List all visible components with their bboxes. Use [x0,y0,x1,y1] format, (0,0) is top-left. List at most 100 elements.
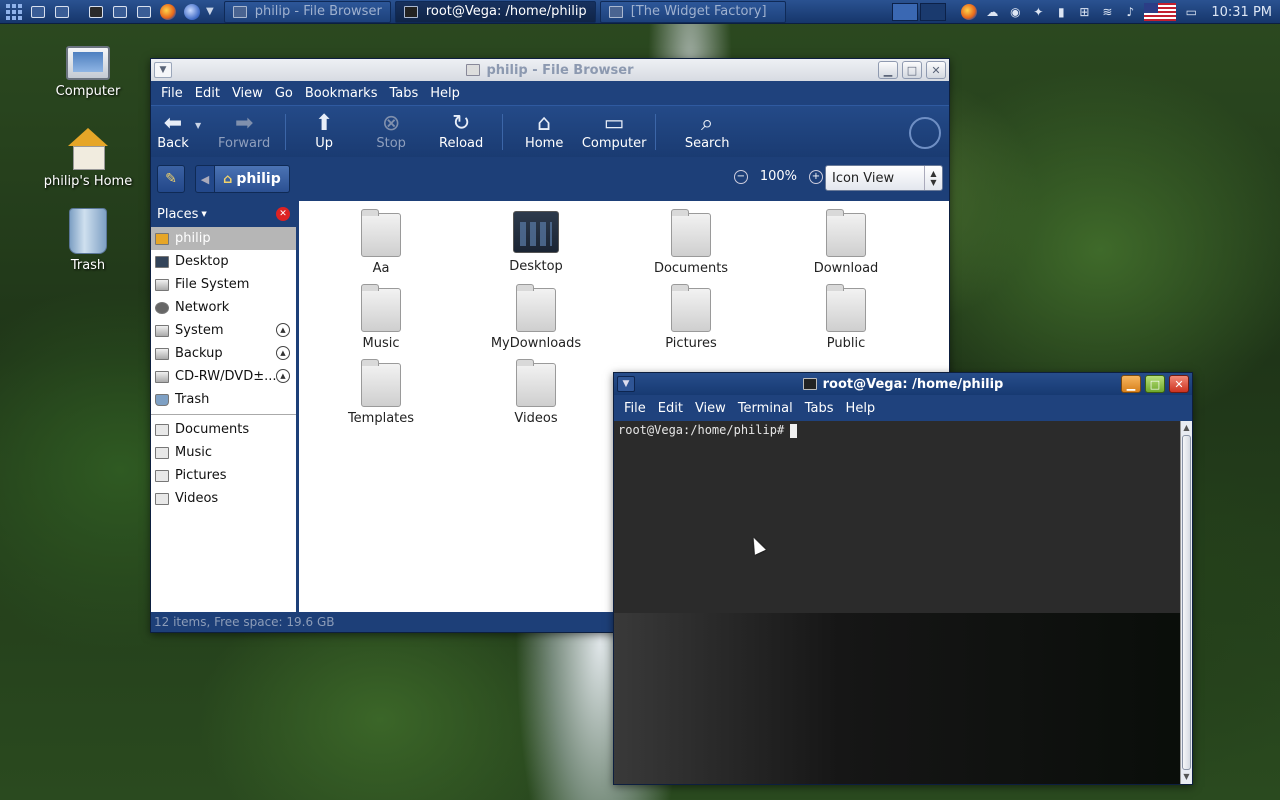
launcher-dropdown-icon[interactable]: ▼ [206,6,214,17]
place-cd-rw-dvd[interactable]: CD-RW/DVD±... ▲ [151,365,296,388]
taskbar-widget-factory[interactable]: [The Widget Factory] [599,0,786,23]
signal-tray-icon[interactable]: ▮ [1052,3,1070,21]
back-history-dropdown-icon[interactable]: ▼ [195,121,201,130]
places-dropdown-icon[interactable]: ▼ [201,210,206,218]
file-item[interactable]: Aa [326,209,436,276]
window-menu-icon[interactable]: ▼ [154,62,172,78]
scroll-up-arrow-icon[interactable]: ▲ [1181,421,1192,435]
forward-button[interactable]: ➡ Forward [209,112,279,152]
minimize-button[interactable]: ▁ [1121,375,1141,393]
breadcrumb-philip[interactable]: ⌂ philip [215,165,290,193]
maximize-button[interactable]: □ [1145,375,1165,393]
menu-terminal[interactable]: Terminal [732,401,799,416]
settings-launcher-icon[interactable] [134,3,154,21]
menu-tabs[interactable]: Tabs [383,86,424,101]
close-sidebar-icon[interactable]: ✕ [276,207,290,221]
keyboard-layout-flag-icon[interactable] [1144,3,1177,21]
clock[interactable]: 10:31 PM [1211,5,1272,20]
terminal-screen[interactable]: root@Vega:/home/philip# [614,421,1180,784]
file-item[interactable]: Music [326,284,436,351]
applications-menu-icon[interactable] [4,3,24,21]
menu-file[interactable]: File [155,86,189,101]
menu-help[interactable]: Help [424,86,466,101]
desktop-icon-trash[interactable]: Trash [38,208,138,273]
eject-icon[interactable]: ▲ [276,369,290,383]
close-button[interactable]: ✕ [1169,375,1189,393]
menu-view[interactable]: View [689,401,732,416]
terminal-titlebar[interactable]: ▼ root@Vega: /home/philip ▁ □ ✕ [614,373,1192,395]
file-item[interactable]: Download [791,209,901,276]
toggle-location-entry-button[interactable]: ✎ [157,165,185,193]
place-desktop[interactable]: Desktop [151,250,296,273]
maximize-button[interactable]: □ [902,61,922,79]
window-menu-icon[interactable]: ▼ [617,376,635,392]
file-manager-launcher-icon[interactable] [110,3,130,21]
battery-tray-icon[interactable]: ▭ [1182,3,1200,21]
eject-icon[interactable]: ▲ [276,323,290,337]
reload-button[interactable]: ↻ Reload [426,112,496,152]
place-system[interactable]: System ▲ [151,319,296,342]
bookmark-documents[interactable]: Documents [151,418,296,441]
menu-go[interactable]: Go [269,86,299,101]
bookmark-pictures[interactable]: Pictures [151,464,296,487]
terminal-launcher-icon[interactable] [86,3,106,21]
file-browser-titlebar[interactable]: ▼ philip - File Browser ▁ □ ✕ [151,59,949,81]
bookmark-music[interactable]: Music [151,441,296,464]
thunderbird-launcher-icon[interactable] [182,3,202,21]
system-menu-icon[interactable] [52,3,72,21]
menu-tabs[interactable]: Tabs [799,401,840,416]
workspace-1[interactable] [892,3,919,21]
file-item[interactable]: MyDownloads [481,284,591,351]
menu-bookmarks[interactable]: Bookmarks [299,86,384,101]
file-item[interactable]: Videos [481,359,591,426]
bookmark-videos[interactable]: Videos [151,487,296,510]
menu-edit[interactable]: Edit [189,86,226,101]
back-button[interactable]: ⬅ Back [155,112,191,152]
places-menu-icon[interactable] [28,3,48,21]
bluetooth-tray-icon[interactable]: ✦ [1029,3,1047,21]
zoom-out-icon[interactable]: − [733,169,748,184]
wifi-tray-icon[interactable]: ≋ [1098,3,1116,21]
scrollbar-thumb[interactable] [1182,435,1191,770]
desktop-icon-computer[interactable]: Computer [38,46,138,99]
taskbar-terminal[interactable]: root@Vega: /home/philip [394,0,596,23]
close-button[interactable]: ✕ [926,61,946,79]
place-trash[interactable]: Trash [151,388,296,411]
computer-button[interactable]: ▭ Computer [579,112,649,152]
places-header[interactable]: Places ▼ ✕ [151,201,296,227]
file-item[interactable]: Public [791,284,901,351]
menu-edit[interactable]: Edit [652,401,689,416]
stop-button[interactable]: ⊗ Stop [356,112,426,152]
place-backup[interactable]: Backup ▲ [151,342,296,365]
desktop-icon-home[interactable]: philip's Home [38,128,138,189]
path-scroll-left-button[interactable]: ◀ [195,165,215,193]
firefox-launcher-icon[interactable] [158,3,178,21]
scroll-down-arrow-icon[interactable]: ▼ [1181,770,1192,784]
file-item[interactable]: Documents [636,209,746,276]
zoom-level[interactable]: 100% [760,169,797,184]
minimize-button[interactable]: ▁ [878,61,898,79]
menu-view[interactable]: View [226,86,269,101]
pidgin-tray-icon[interactable]: ☁ [983,3,1001,21]
file-item[interactable]: Pictures [636,284,746,351]
network-tray-icon[interactable]: ⊞ [1075,3,1093,21]
home-button[interactable]: ⌂ Home [509,112,579,152]
menu-file[interactable]: File [618,401,652,416]
menu-help[interactable]: Help [840,401,882,416]
place-philip[interactable]: philip [151,227,296,250]
firefox-tray-icon[interactable] [960,3,978,21]
place-network[interactable]: Network [151,296,296,319]
update-tray-icon[interactable]: ◉ [1006,3,1024,21]
zoom-in-icon[interactable]: + [809,169,823,184]
workspace-2[interactable] [920,3,947,21]
file-item[interactable]: Desktop [481,211,591,274]
place-file-system[interactable]: File System [151,273,296,296]
up-button[interactable]: ⬆ Up [292,112,356,152]
taskbar-file-browser[interactable]: philip - File Browser [223,0,391,23]
terminal-scrollbar[interactable]: ▲ ▼ [1180,421,1192,784]
file-item[interactable]: Templates [326,359,436,426]
view-mode-select[interactable]: Icon View ▲ ▼ [825,165,943,191]
volume-tray-icon[interactable]: ♪ [1121,3,1139,21]
search-button[interactable]: ⌕ Search [662,112,752,152]
eject-icon[interactable]: ▲ [276,346,290,360]
